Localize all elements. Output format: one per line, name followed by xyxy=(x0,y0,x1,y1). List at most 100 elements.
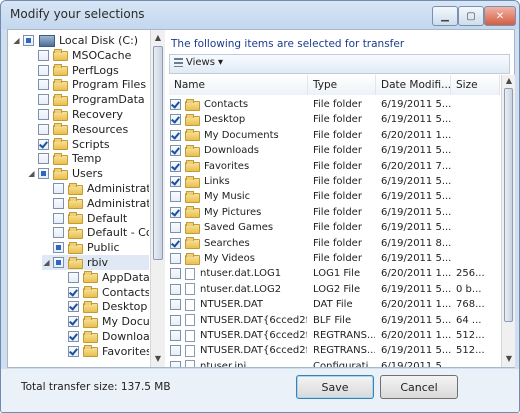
file-row[interactable]: Downloads File folder 6/19/2011 5... xyxy=(169,143,500,158)
tree-item[interactable]: Default xyxy=(42,211,127,226)
tree-item-checkbox[interactable] xyxy=(53,183,64,194)
tree-item[interactable]: Desktop xyxy=(57,299,147,314)
tree-item-checkbox[interactable] xyxy=(38,94,49,106)
file-row[interactable]: Searches File folder 6/19/2011 8... xyxy=(169,236,500,251)
tree-item[interactable]: MSOCache xyxy=(27,48,131,63)
file-row-checkbox[interactable] xyxy=(170,176,181,187)
list-scroll-up-icon[interactable]: ▲ xyxy=(503,75,515,87)
tree-item[interactable]: Public xyxy=(42,240,120,255)
file-row[interactable]: NTUSER.DAT{6cced2f... BLF File 6/19/2011 5… xyxy=(169,313,500,328)
tree-item-checkbox[interactable] xyxy=(68,271,79,283)
file-row-checkbox[interactable] xyxy=(170,314,181,326)
tree-item[interactable]: Download xyxy=(57,329,149,344)
tree-item-checkbox[interactable] xyxy=(38,109,49,120)
tree-item-checkbox[interactable] xyxy=(38,64,49,76)
tree-item-checkbox[interactable] xyxy=(68,331,79,342)
file-row-checkbox[interactable] xyxy=(170,237,181,249)
tree-item-checkbox[interactable] xyxy=(68,301,79,313)
file-row[interactable]: Favorites File folder 6/20/2011 7... xyxy=(169,159,500,174)
column-header-date[interactable]: Date Modifi... xyxy=(376,75,451,95)
title-bar[interactable]: Modify your selections ▁ ▢ ✕ xyxy=(1,1,519,29)
file-row-checkbox[interactable] xyxy=(170,345,181,357)
tree-expander-icon[interactable]: ◢ xyxy=(42,258,51,267)
file-row-checkbox[interactable] xyxy=(170,206,181,218)
file-row[interactable]: NTUSER.DAT{6cced2f... REGTRANS... 6/19/201… xyxy=(169,343,500,358)
tree-item-checkbox[interactable] xyxy=(68,345,79,357)
file-row[interactable]: Desktop File folder 6/19/2011 5... xyxy=(169,112,500,127)
file-row-checkbox[interactable] xyxy=(170,360,181,367)
file-row[interactable]: NTUSER.DAT DAT File 6/20/2011 1... 768... xyxy=(169,297,500,312)
file-row-checkbox[interactable] xyxy=(170,129,181,141)
tree-item-checkbox[interactable] xyxy=(68,316,79,328)
tree-item-checkbox[interactable] xyxy=(23,35,34,46)
minimize-button[interactable]: ▁ xyxy=(432,6,458,26)
column-header-name[interactable]: Name xyxy=(169,75,308,95)
tree-item-checkbox[interactable] xyxy=(38,123,49,135)
save-button[interactable]: Save xyxy=(296,375,374,399)
tree-item-checkbox[interactable] xyxy=(53,212,64,224)
file-row-checkbox[interactable] xyxy=(170,145,181,157)
cancel-button[interactable]: Cancel xyxy=(380,375,458,399)
file-row-checkbox[interactable] xyxy=(170,268,181,280)
tree-item[interactable]: My Docum xyxy=(57,314,149,329)
tree-item[interactable]: Program Files xyxy=(27,77,146,92)
list-scrollbar[interactable]: ▲ ▼ xyxy=(501,75,515,367)
file-row-checkbox[interactable] xyxy=(170,253,181,264)
file-row-checkbox[interactable] xyxy=(170,99,181,110)
tree-item-checkbox[interactable] xyxy=(38,79,49,91)
tree-item[interactable]: ◢ Users xyxy=(27,166,102,181)
file-row[interactable]: ntuser.dat.LOG1 LOG1 File 6/20/2011 1... 25… xyxy=(169,266,500,281)
column-header-type[interactable]: Type xyxy=(308,75,376,95)
list-scroll-down-icon[interactable]: ▼ xyxy=(503,353,515,365)
file-row-checkbox[interactable] xyxy=(170,283,181,295)
file-row-checkbox[interactable] xyxy=(170,330,181,341)
tree-item[interactable]: Administrator xyxy=(42,181,149,196)
tree-item-checkbox[interactable] xyxy=(38,49,49,61)
file-row[interactable]: My Pictures File folder 6/19/2011 5... xyxy=(169,205,500,220)
file-row[interactable]: Links File folder 6/19/2011 5... xyxy=(169,174,500,189)
file-row[interactable]: My Music File folder 6/19/2011 5... xyxy=(169,189,500,204)
file-list[interactable]: Name Type Date Modifi... Size Contacts Fi… xyxy=(169,75,500,367)
file-row-checkbox[interactable] xyxy=(170,299,181,311)
list-scroll-thumb[interactable] xyxy=(504,88,513,322)
tree-item[interactable]: ◢ Local Disk (C:) xyxy=(12,33,138,48)
tree-item[interactable]: Resources xyxy=(27,122,128,137)
tree-item[interactable]: Temp xyxy=(27,151,101,166)
scroll-down-icon[interactable]: ▼ xyxy=(152,353,164,365)
tree-item-checkbox[interactable] xyxy=(38,153,49,165)
file-row-checkbox[interactable] xyxy=(170,114,181,126)
tree-item-checkbox[interactable] xyxy=(53,227,64,239)
scroll-thumb[interactable] xyxy=(153,46,163,260)
file-row-checkbox[interactable] xyxy=(170,222,181,234)
tree-item[interactable]: Default - Copy xyxy=(42,225,149,240)
scroll-up-icon[interactable]: ▲ xyxy=(152,32,164,44)
tree-item-checkbox[interactable] xyxy=(53,242,64,254)
file-row-checkbox[interactable] xyxy=(170,160,181,172)
tree-item-checkbox[interactable] xyxy=(38,138,49,150)
tree-item[interactable]: AppData xyxy=(57,270,149,285)
tree-expander-icon[interactable]: ◢ xyxy=(12,36,21,45)
column-header-size[interactable]: Size xyxy=(451,75,500,95)
tree-item-checkbox[interactable] xyxy=(53,197,64,209)
file-row[interactable]: Contacts File folder 6/19/2011 5... xyxy=(169,97,500,112)
file-row[interactable]: My Videos File folder 6/19/2011 5... xyxy=(169,251,500,266)
tree-item-checkbox[interactable] xyxy=(68,286,79,298)
tree-item[interactable]: Administrator xyxy=(42,196,149,211)
file-row[interactable]: ntuser.ini Configurati... 6/19/2011 5... xyxy=(169,359,500,367)
file-row-checkbox[interactable] xyxy=(170,191,181,203)
tree-item[interactable]: ProgramData xyxy=(27,92,145,107)
tree-item[interactable]: Favorites xyxy=(57,344,149,359)
tree-expander-icon[interactable]: ◢ xyxy=(27,169,36,178)
tree-item[interactable]: Scripts xyxy=(27,137,110,152)
maximize-button[interactable]: ▢ xyxy=(458,6,484,26)
tree-item-checkbox[interactable] xyxy=(53,257,64,268)
file-row[interactable]: My Documents File folder 6/20/2011 1... xyxy=(169,128,500,143)
tree-item[interactable]: PerfLogs xyxy=(27,63,119,78)
folder-tree[interactable]: ◢ Local Disk (C:) MSOCache PerfLogs Program … xyxy=(8,30,149,367)
tree-item-checkbox[interactable] xyxy=(38,168,49,180)
file-row[interactable]: ntuser.dat.LOG2 LOG2 File 6/19/2011 5... 0 … xyxy=(169,282,500,297)
views-button[interactable]: Views ▾ xyxy=(174,57,223,68)
tree-item[interactable]: ◢ rbiv xyxy=(42,255,149,270)
tree-scrollbar[interactable]: ▲ ▼ xyxy=(150,30,165,367)
tree-item[interactable]: Recovery xyxy=(27,107,123,122)
